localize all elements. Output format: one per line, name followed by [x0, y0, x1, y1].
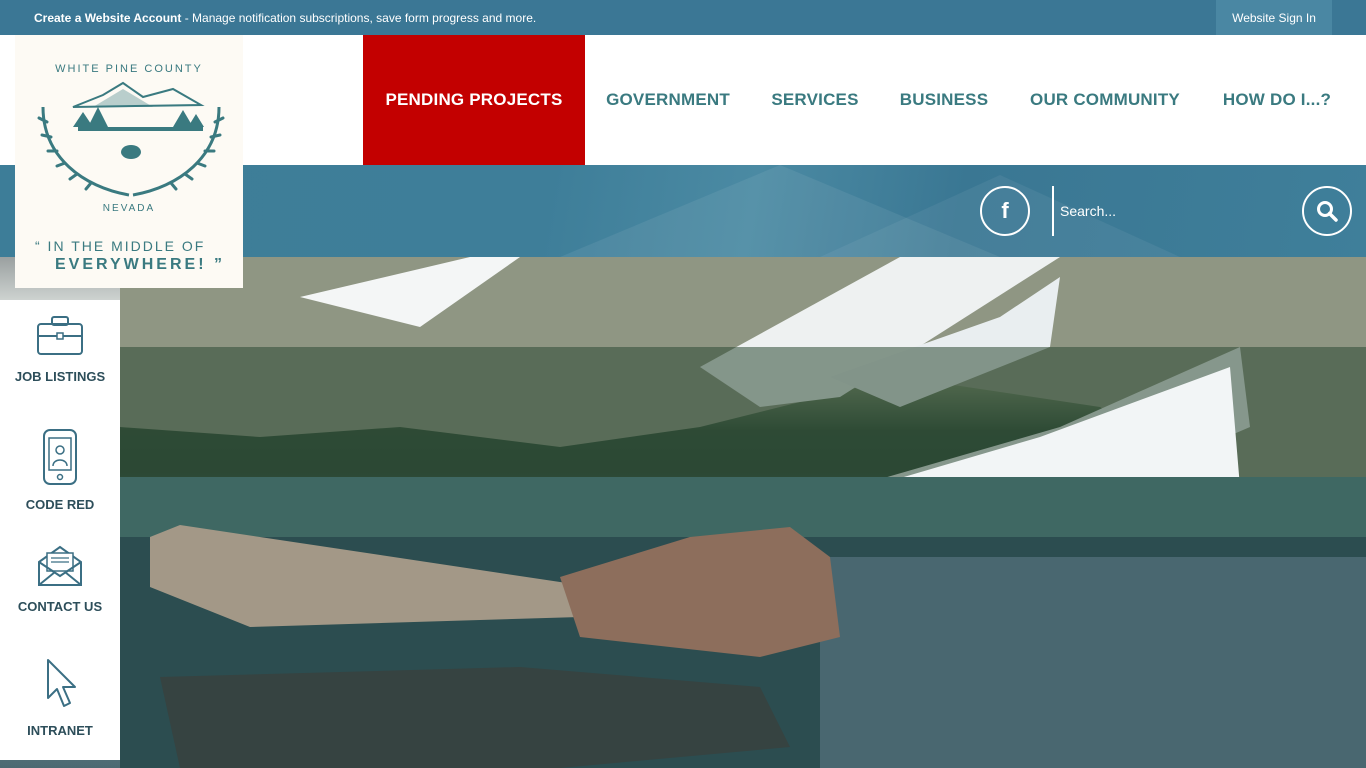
quick-link-label: INTRANET — [27, 723, 93, 738]
facebook-icon[interactable]: f — [980, 186, 1030, 236]
envelope-icon — [38, 545, 82, 586]
create-account-message[interactable]: Create a Website Account - Manage notifi… — [34, 11, 536, 25]
cursor-icon — [47, 659, 76, 707]
account-bar: Create a Website Account - Manage notifi… — [0, 0, 1366, 35]
logo-tagline-line1: “ IN THE MIDDLE OF — [35, 238, 206, 254]
quick-link-label: CONTACT US — [17, 599, 103, 614]
hero-scenery — [120, 257, 1366, 768]
nav-our-community[interactable]: OUR COMMUNITY — [1018, 35, 1192, 165]
search-button[interactable] — [1302, 186, 1352, 236]
quick-links-panel: JOB LISTINGS CODE RED CONTACT US INTRANE… — [0, 300, 120, 760]
quick-link-job-listings[interactable]: JOB LISTINGS — [0, 314, 120, 384]
briefcase-icon — [37, 316, 83, 355]
county-logo[interactable]: WHITE PINE COUNTY NEVADA “ IN THE MIDDLE… — [15, 35, 243, 288]
quick-link-code-red[interactable]: CODE RED — [0, 428, 120, 512]
hero-photo-lake — [0, 257, 1366, 768]
create-account-link[interactable]: Create a Website Account — [34, 11, 181, 25]
search-icon — [1317, 201, 1338, 222]
nav-services[interactable]: SERVICES — [760, 35, 870, 165]
quick-link-label: JOB LISTINGS — [14, 369, 106, 384]
logo-state-name: NEVADA — [102, 203, 156, 214]
mobile-phone-icon — [43, 429, 77, 485]
logo-county-name: WHITE PINE COUNTY — [55, 63, 203, 75]
quick-link-contact-us[interactable]: CONTACT US — [0, 544, 120, 614]
nav-how-do-i[interactable]: HOW DO I...? — [1210, 35, 1344, 165]
quick-link-label: CODE RED — [25, 497, 95, 512]
nav-pending-projects[interactable]: PENDING PROJECTS — [363, 35, 585, 165]
create-account-description: - Manage notification subscriptions, sav… — [181, 11, 537, 25]
website-sign-in-button[interactable]: Website Sign In — [1216, 0, 1332, 35]
logo-emblem-icon — [37, 81, 225, 197]
nav-business[interactable]: BUSINESS — [888, 35, 1000, 165]
search-input[interactable] — [1060, 196, 1290, 226]
search-divider — [1052, 186, 1054, 236]
quick-link-intranet[interactable]: INTRANET — [0, 658, 120, 738]
nav-government[interactable]: GOVERNMENT — [594, 35, 742, 165]
logo-tagline-line2: EVERYWHERE! ” — [55, 256, 225, 273]
